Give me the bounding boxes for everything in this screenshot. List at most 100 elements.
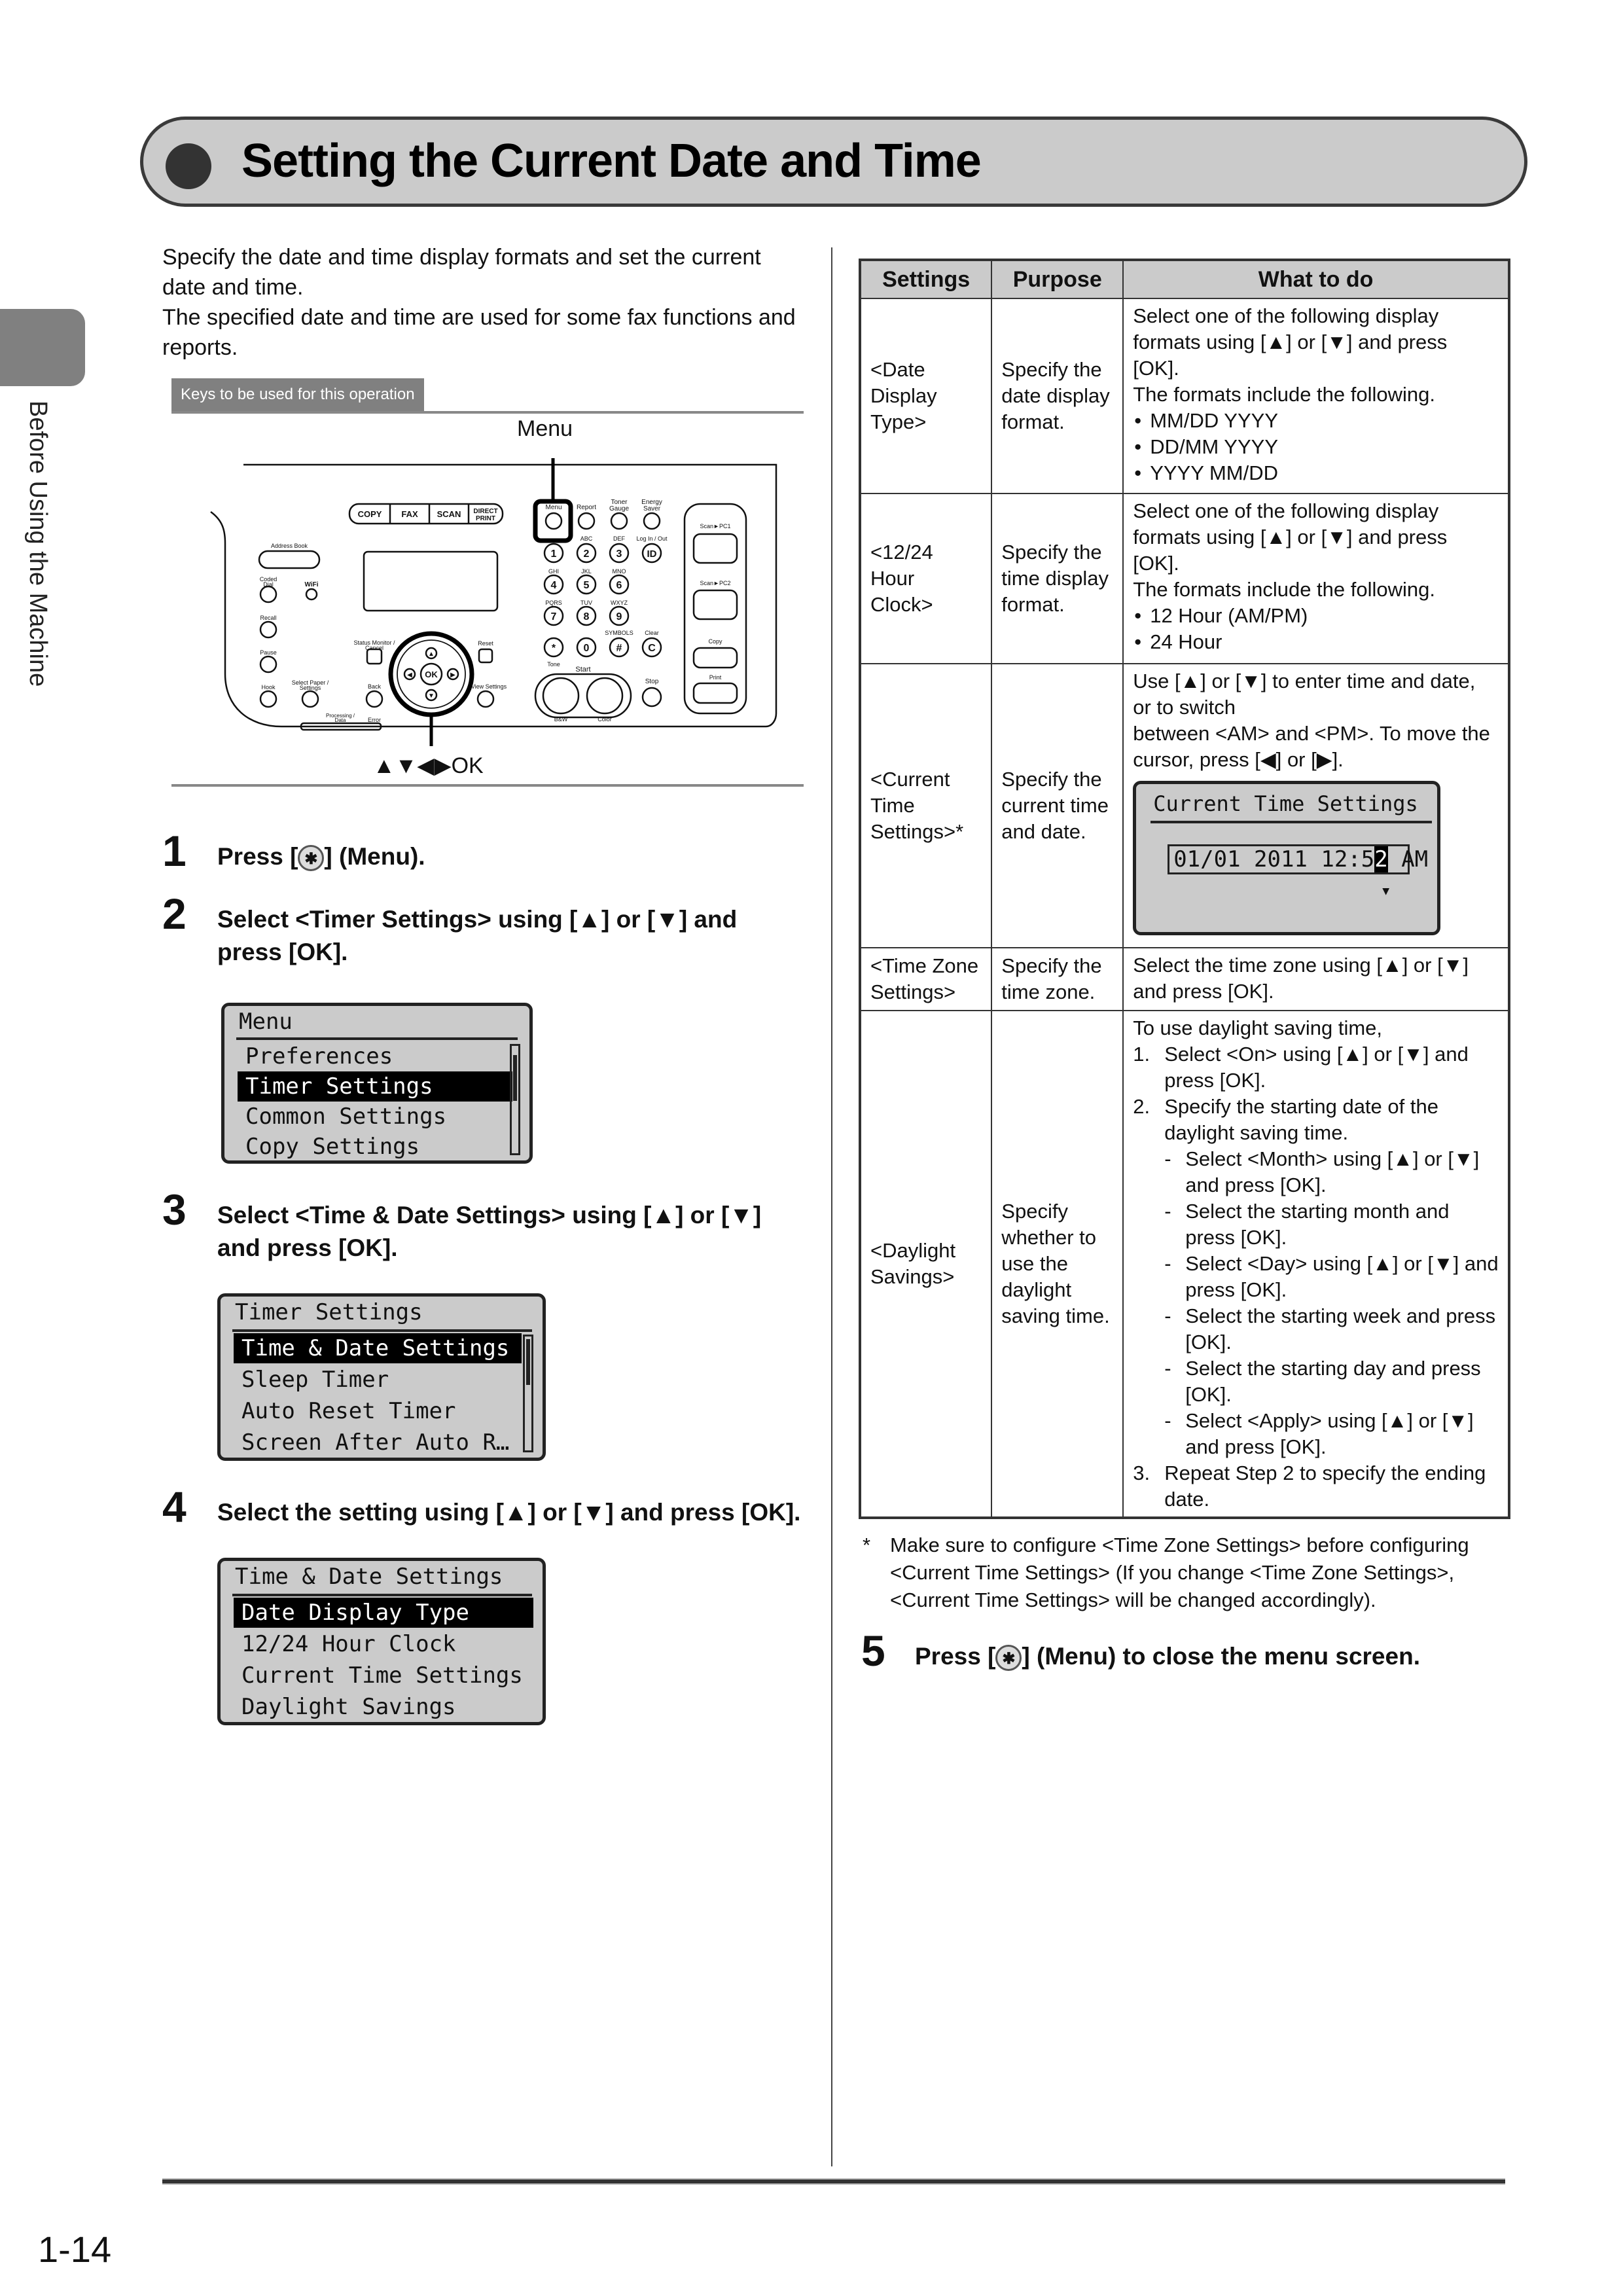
lcd-item[interactable]: Current Time Settings (234, 1660, 533, 1691)
scrollbar[interactable] (510, 1044, 520, 1155)
step-number: 1 (162, 827, 187, 875)
svg-text:PQRS: PQRS (545, 600, 562, 606)
svg-text:Saver: Saver (643, 505, 661, 512)
svg-text:2: 2 (584, 548, 590, 560)
lcd-item[interactable]: Daylight Savings (234, 1692, 533, 1722)
svg-text:▼: ▼ (428, 692, 435, 700)
scrollbar[interactable] (523, 1335, 533, 1452)
step-text-part: Press [ (915, 1643, 996, 1670)
lcd-rule (232, 1594, 532, 1596)
instruction-text: To use daylight saving time, (1133, 1016, 1383, 1039)
lcd-item[interactable]: Preferences (238, 1041, 512, 1071)
purpose-cell: Specify the date display format. (991, 298, 1124, 494)
svg-text:OK: OK (425, 670, 438, 679)
lcd-title: Timer Settings (235, 1299, 423, 1325)
lcd-item[interactable]: Screen After Auto R… (234, 1427, 522, 1458)
lcd-item[interactable]: 12/24 Hour Clock (234, 1629, 533, 1659)
instruction-text: The formats include the following. (1133, 383, 1435, 406)
instruction-text: The formats include the following. (1133, 578, 1435, 601)
list-text: Select the starting week and press [OK]. (1185, 1304, 1496, 1354)
instruction-text: Use [▲] or [▼] to enter time and date, o… (1133, 670, 1476, 719)
list-item: 12 Hour (AM/PM) (1133, 603, 1499, 629)
lcd-title: Menu (239, 1009, 293, 1035)
chapter-label: Before Using the Machine (24, 401, 52, 687)
svg-text:WXYZ: WXYZ (611, 600, 628, 606)
what-to-do-cell: Select the time zone using [▲] or [▼] an… (1122, 947, 1510, 1011)
column-divider (831, 247, 832, 2166)
svg-text:Address Book: Address Book (271, 543, 308, 549)
step-number: 4 (162, 1482, 187, 1531)
table-row: <Current Time Settings>* Specify the cur… (859, 663, 1510, 948)
svg-text:9: 9 (616, 611, 622, 622)
svg-text:Error: Error (368, 717, 381, 723)
intro-text: Specify the date and time display format… (162, 242, 804, 363)
svg-text:5: 5 (584, 580, 590, 591)
sub-list-item: - Select <Apply> using [▲] or [▼] and pre… (1164, 1409, 1474, 1458)
svg-text:Report: Report (577, 504, 596, 511)
svg-text:Cancel: Cancel (365, 645, 383, 651)
list-text: Select <Month> using [▲] or [▼] and pres… (1185, 1147, 1480, 1196)
svg-text:Print: Print (709, 674, 722, 681)
intro-line: Specify the date and time display format… (162, 245, 761, 300)
table-row: <Daylight Savings> Specify whether to us… (859, 1010, 1510, 1518)
table-row: <Date Display Type> Specify the date dis… (859, 298, 1510, 494)
scrollbar-thumb[interactable] (513, 1055, 517, 1101)
scrollbar-thumb[interactable] (526, 1339, 530, 1385)
what-to-do-cell: Select one of the following display form… (1122, 493, 1510, 664)
keys-header: Keys to be used for this operation (171, 378, 804, 414)
svg-text:▶: ▶ (450, 672, 455, 679)
lcd-item[interactable]: Copy Settings (238, 1132, 512, 1162)
format-list: MM/DD YYYY DD/MM YYYY YYYY MM/DD (1133, 408, 1499, 486)
lcd-item-selected[interactable]: Time & Date Settings (234, 1333, 522, 1363)
purpose-cell: Specify the current time and date. (991, 663, 1124, 948)
lcd-item-selected[interactable]: Date Display Type (234, 1598, 533, 1628)
svg-text:4: 4 (551, 580, 557, 591)
svg-text:8: 8 (584, 611, 590, 622)
list-text: Select the starting month and press [OK]… (1185, 1200, 1450, 1249)
am-pm-value: AM (1387, 846, 1429, 872)
lcd-item[interactable]: Common Settings (238, 1102, 512, 1132)
svg-text:DIRECT: DIRECT (473, 508, 497, 515)
list-text: Select <Apply> using [▲] or [▼] and pres… (1185, 1409, 1474, 1458)
table-row: <12/24 Hour Clock> Specify the time disp… (859, 493, 1510, 664)
menu-key-icon: ✱ (298, 845, 325, 872)
setting-cell: <12/24 Hour Clock> (859, 493, 993, 664)
keys-label: Keys to be used for this operation (171, 378, 424, 411)
intro-line: The specified date and time are used for… (162, 305, 796, 360)
svg-text:ABC: ABC (580, 535, 593, 542)
lcd-menu-screen: Menu Preferences Timer Settings Common S… (221, 1003, 533, 1164)
setting-cell: <Current Time Settings>* (859, 663, 993, 948)
cursor-digit: 2 (1374, 846, 1388, 872)
lcd-item[interactable]: Sleep Timer (234, 1365, 522, 1395)
step-text-part: Press [ (217, 843, 298, 870)
svg-text:COPY: COPY (358, 509, 382, 519)
menu-key-icon: ✱ (995, 1645, 1022, 1672)
svg-text:*: * (552, 643, 556, 654)
svg-text:Copy: Copy (708, 638, 722, 645)
svg-text:View Settings: View Settings (471, 683, 507, 690)
list-text: Repeat Step 2 to specify the ending date… (1164, 1462, 1486, 1511)
lcd-current-time-screen: Current Time Settings 01/01 2011 12:52 A… (1133, 781, 1441, 935)
sub-list-item: - Select <Month> using [▲] or [▼] and pre… (1164, 1147, 1480, 1196)
sub-list-item: - Select the starting week and press [OK]… (1164, 1304, 1496, 1354)
svg-text:DEF: DEF (613, 535, 626, 542)
svg-text:6: 6 (616, 580, 622, 591)
date-time-field[interactable]: 01/01 2011 12:52 AM (1168, 844, 1428, 874)
title-bullet-icon (166, 143, 211, 189)
step-2-text: Select <Timer Settings> using [▲] or [▼]… (217, 906, 738, 965)
list-number: 3. (1133, 1462, 1150, 1484)
format-list: 12 Hour (AM/PM) 24 Hour (1133, 603, 1499, 655)
lcd-item[interactable]: Auto Reset Timer (234, 1396, 522, 1426)
column-header: Purpose (991, 259, 1124, 299)
what-to-do-cell: Select one of the following display form… (1122, 298, 1510, 494)
svg-text:7: 7 (551, 611, 557, 622)
table-row: <Time Zone Settings> Specify the time zo… (859, 947, 1510, 1011)
down-arrow-icon: ▼ (1382, 884, 1390, 898)
title-bar: Setting the Current Date and Time (140, 117, 1527, 207)
step-4-text: Select the setting using [▲] or [▼] and … (217, 1499, 801, 1526)
control-panel-illustration: COPY FAX SCAN DIRECT PRINT Menu Report T… (210, 458, 777, 746)
lcd-item-selected[interactable]: Timer Settings (238, 1071, 512, 1102)
svg-text:GHI: GHI (548, 568, 559, 575)
column-header: Settings (859, 259, 993, 299)
lcd-rule (236, 1037, 518, 1040)
